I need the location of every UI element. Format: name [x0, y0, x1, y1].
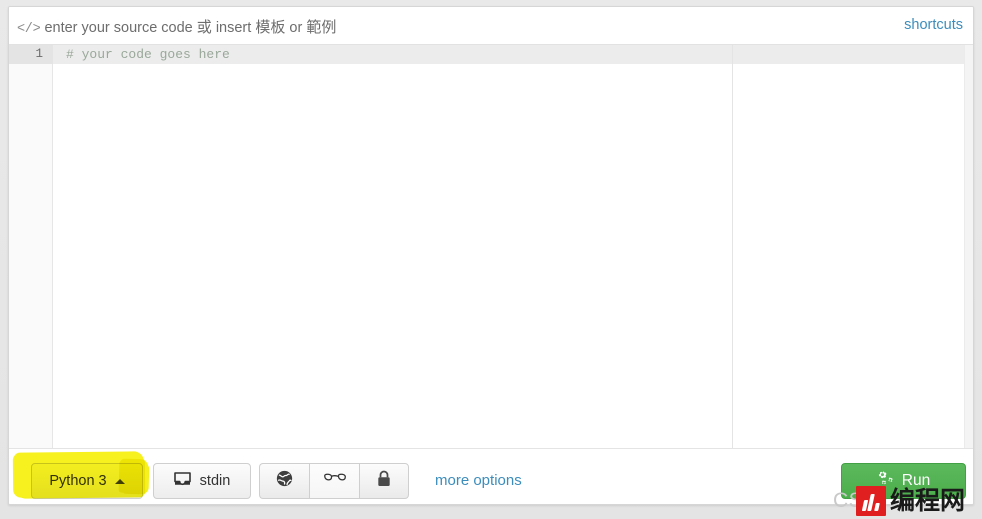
language-selector-button[interactable]: Python 3: [31, 463, 143, 499]
globe-button[interactable]: [259, 463, 309, 499]
line-number: 1: [35, 47, 43, 61]
site-logo-watermark: 编程网: [856, 486, 965, 516]
code-line-1: # your code goes here: [66, 47, 230, 62]
code-tag-icon: </>: [17, 22, 41, 37]
logo-bars-icon: [856, 486, 886, 516]
shortcuts-container: shortcuts: [904, 17, 963, 33]
example-link[interactable]: 範例: [306, 19, 336, 36]
header-text-or: or: [289, 20, 303, 36]
line-number-gutter: 1: [9, 45, 53, 450]
stdin-button[interactable]: stdin: [153, 463, 251, 499]
editor-header: </> enter your source code 或 insert 模板 o…: [9, 7, 973, 44]
lock-icon: [377, 470, 391, 492]
editor-scrollbar[interactable]: [964, 45, 973, 450]
template-link[interactable]: 模板: [255, 19, 285, 36]
shortcuts-link[interactable]: shortcuts: [904, 17, 963, 33]
more-options-link[interactable]: more options: [435, 472, 522, 489]
lock-button[interactable]: [359, 463, 409, 499]
page-root: </> enter your source code 或 insert 模板 o…: [0, 0, 982, 519]
ide-card: </> enter your source code 或 insert 模板 o…: [8, 6, 974, 505]
inbox-icon: [173, 472, 191, 490]
stdin-label: stdin: [199, 473, 231, 489]
spectacles-button[interactable]: [309, 463, 359, 499]
globe-icon: [276, 470, 293, 492]
visibility-button-group: [259, 463, 409, 499]
print-margin-ruler: [732, 45, 733, 450]
code-editor[interactable]: 1 # your code goes here: [9, 44, 973, 450]
header-text-before: enter your source code: [44, 20, 193, 36]
editor-header-prompt: </> enter your source code 或 insert 模板 o…: [17, 16, 336, 37]
language-selector-label: Python 3: [49, 473, 107, 489]
caret-up-icon: [114, 478, 125, 484]
code-text-area[interactable]: # your code goes here: [53, 45, 973, 450]
header-text-or-cjk: 或: [196, 19, 212, 36]
header-text-insert: insert: [215, 20, 252, 36]
spectacles-icon: [323, 472, 347, 490]
logo-watermark-text: 编程网: [890, 486, 966, 515]
